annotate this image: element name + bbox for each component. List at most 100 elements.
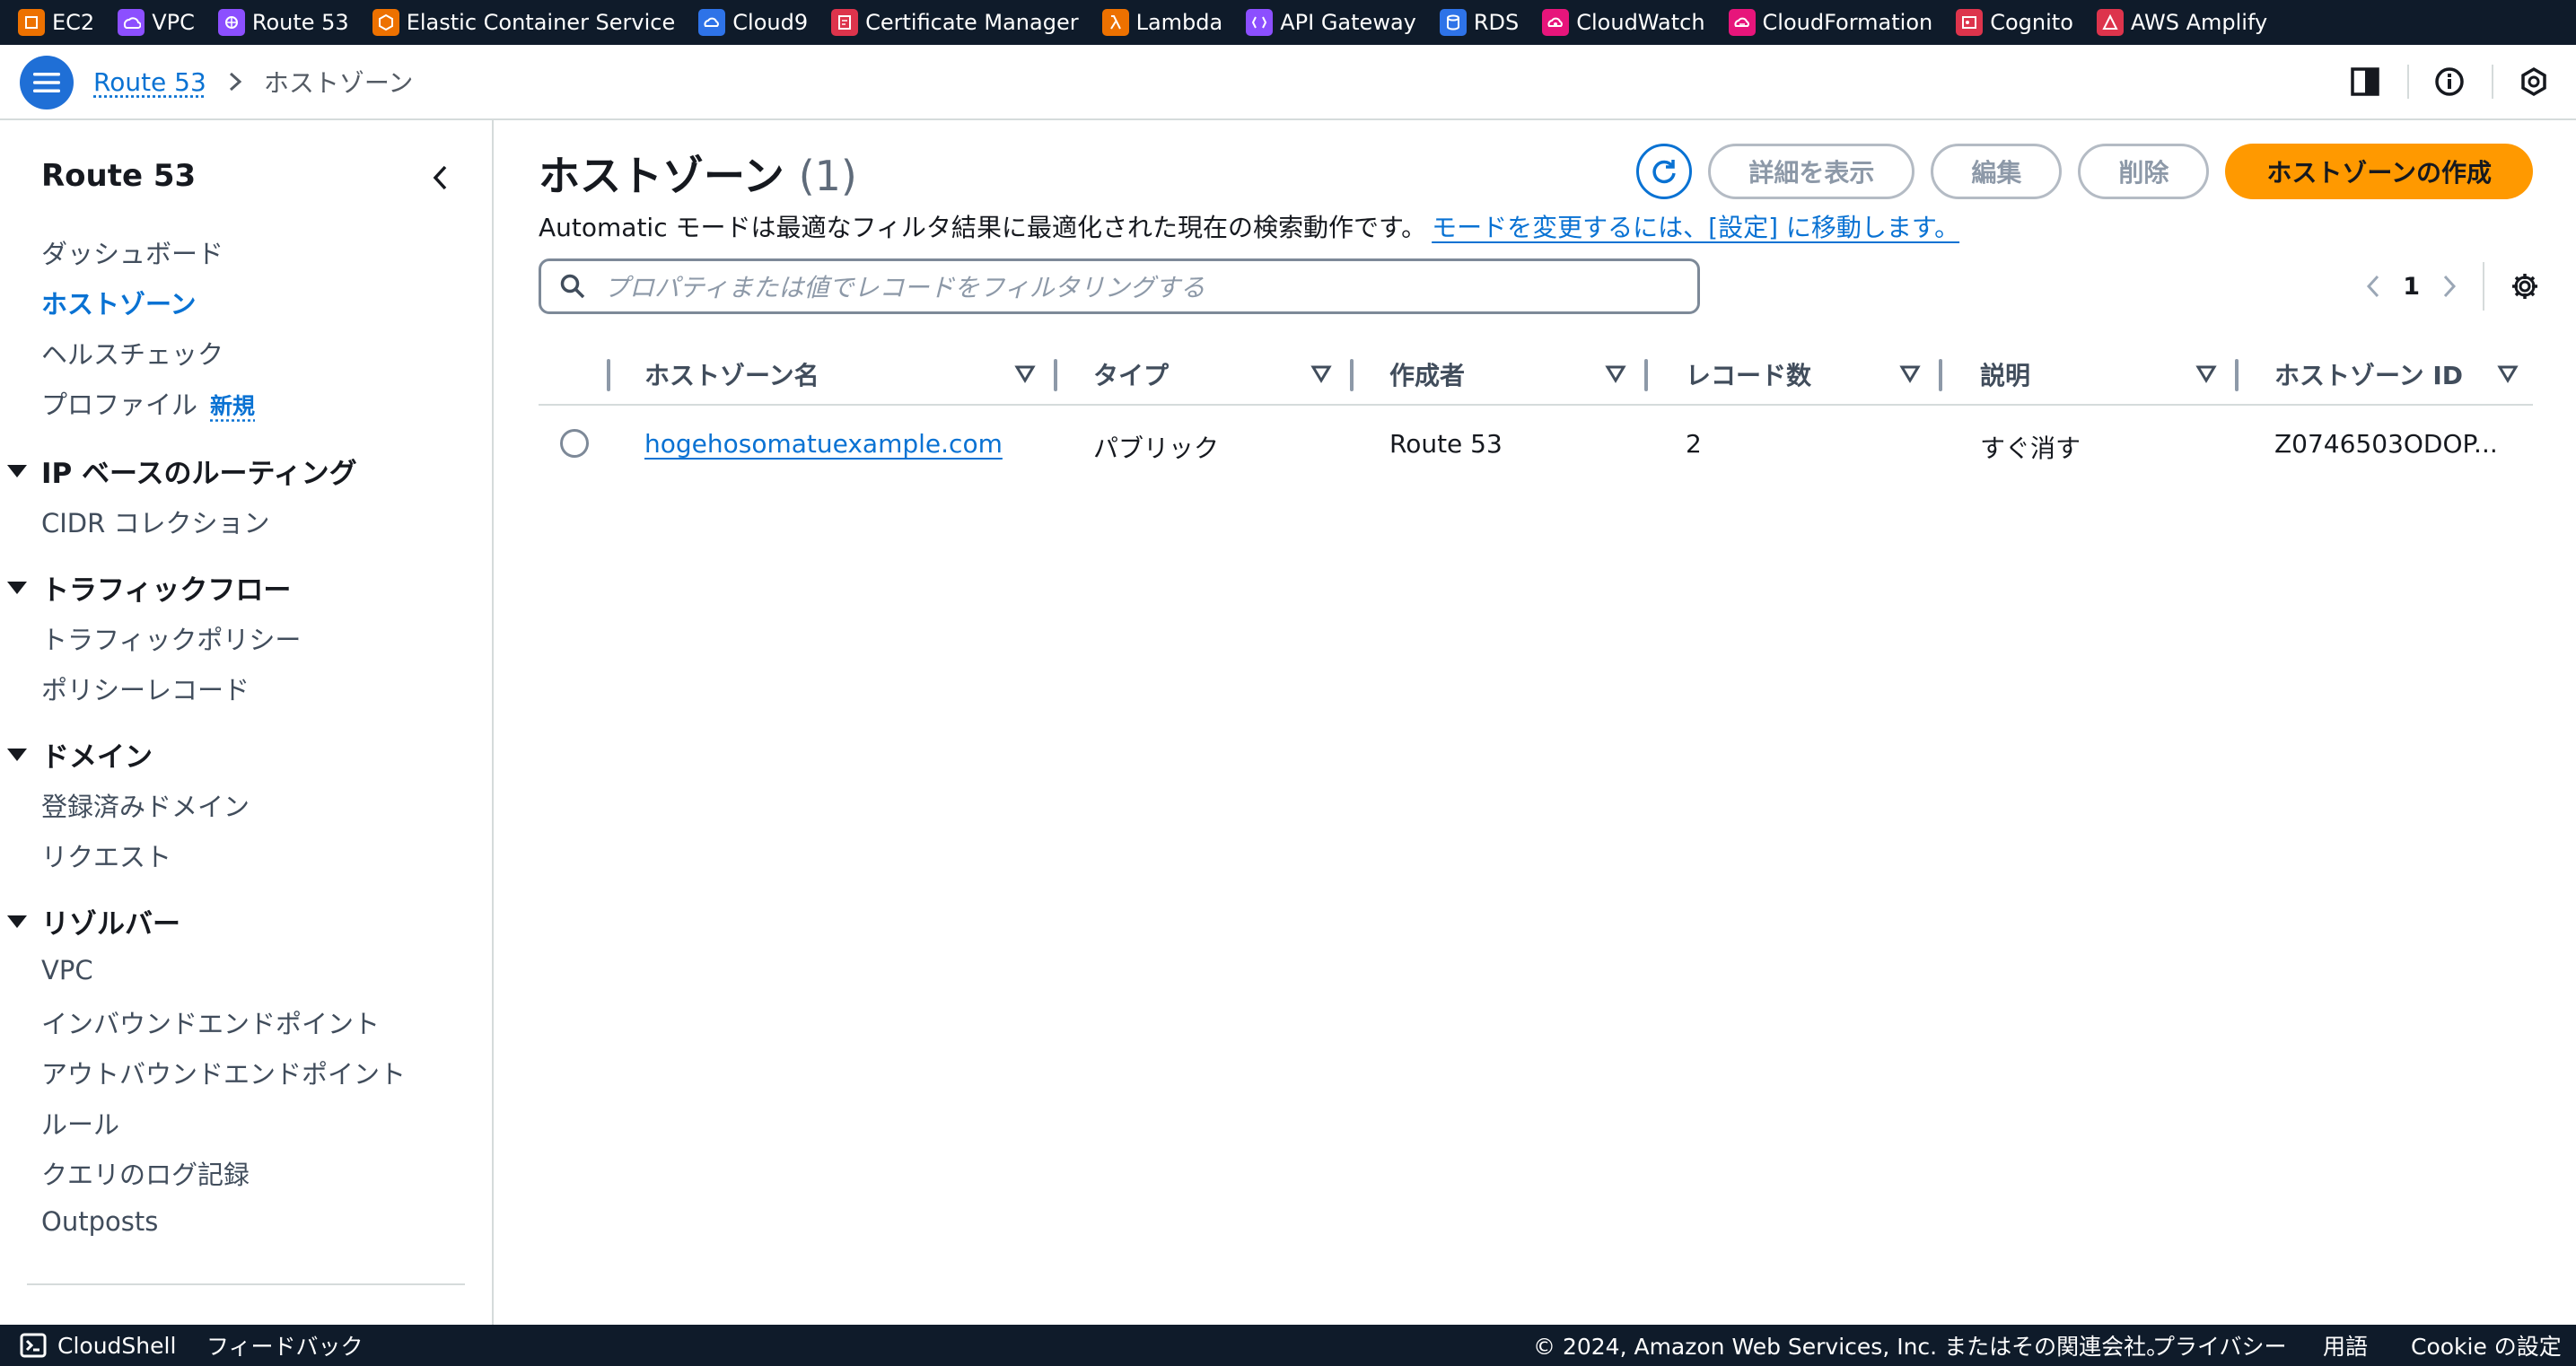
section-title: IP ベースのルーティング bbox=[41, 458, 357, 490]
sidebar-item-dashboard[interactable]: ダッシュボード bbox=[41, 233, 223, 271]
create-hosted-zone-button[interactable]: ホストゾーンの作成 bbox=[2225, 144, 2533, 199]
service-shortcut-ec2[interactable]: EC2 bbox=[18, 9, 94, 36]
table-row[interactable]: hogehosomatuexample.com パブリック Route 53 2… bbox=[539, 406, 2533, 479]
column-separator bbox=[607, 359, 610, 391]
sidebar-item-requests[interactable]: リクエスト bbox=[41, 836, 171, 874]
filter-search-input[interactable]: プロパティまたは値でレコードをフィルタリングする bbox=[539, 258, 1700, 314]
service-label: Lambda bbox=[1135, 10, 1223, 35]
column-header-type[interactable]: タイプ bbox=[1093, 346, 1169, 402]
service-label: AWS Amplify bbox=[2130, 10, 2268, 35]
sort-icon[interactable] bbox=[1605, 363, 1626, 384]
refresh-button[interactable] bbox=[1636, 144, 1693, 199]
support-button[interactable] bbox=[2492, 45, 2576, 118]
sort-icon[interactable] bbox=[2195, 363, 2217, 384]
sidebar-collapse-button[interactable] bbox=[422, 160, 458, 196]
sort-icon[interactable] bbox=[2497, 363, 2519, 384]
pager-divider bbox=[2483, 262, 2484, 311]
row-select-radio[interactable] bbox=[560, 429, 589, 458]
service-shortcut-cloudwatch[interactable]: CloudWatch bbox=[1542, 9, 1705, 36]
column-header-zone-name[interactable]: ホストゾーン名 bbox=[644, 346, 819, 402]
zone-count: (1) bbox=[798, 152, 857, 200]
cell-zone-id: Z0746503ODOP... bbox=[2274, 429, 2498, 459]
service-label: VPC bbox=[152, 10, 195, 35]
sidebar-item-query-logging[interactable]: クエリのログ記録 bbox=[41, 1154, 250, 1192]
sidebar-item-registered-domains[interactable]: 登録済みドメイン bbox=[41, 786, 250, 824]
service-label: Cloud9 bbox=[732, 10, 809, 35]
breadcrumb-route53-link[interactable]: Route 53 bbox=[93, 67, 206, 97]
sort-icon[interactable] bbox=[1899, 363, 1921, 384]
feedback-link[interactable]: フィードバック bbox=[206, 1325, 364, 1366]
service-shortcut-vpc[interactable]: VPC bbox=[118, 9, 195, 36]
service-shortcut-api-gateway[interactable]: API Gateway bbox=[1246, 9, 1416, 36]
cell-type: パブリック bbox=[1093, 433, 1220, 463]
section-domains[interactable]: ドメイン bbox=[7, 734, 153, 775]
service-label: CloudWatch bbox=[1576, 10, 1705, 35]
sidebar-item-outposts[interactable]: Outposts bbox=[41, 1206, 158, 1237]
column-header-zone-id[interactable]: ホストゾーン ID bbox=[2274, 346, 2463, 402]
privacy-link[interactable]: プライバシー bbox=[2152, 1325, 2287, 1366]
sort-icon[interactable] bbox=[1014, 363, 1036, 384]
change-mode-link[interactable]: モードを変更するには、[設定] に移動します。 bbox=[1432, 213, 1959, 242]
view-details-button[interactable]: 詳細を表示 bbox=[1708, 144, 1915, 199]
edit-button[interactable]: 編集 bbox=[1931, 144, 2063, 199]
cell-zone-name: hogehosomatuexample.com bbox=[644, 429, 1003, 459]
cloudshell-button[interactable]: CloudShell bbox=[20, 1325, 176, 1366]
acm-icon bbox=[831, 9, 859, 36]
service-shortcut-ecs[interactable]: Elastic Container Service bbox=[372, 9, 675, 36]
section-traffic-flow[interactable]: トラフィックフロー bbox=[7, 567, 291, 608]
service-shortcut-cloudformation[interactable]: CloudFormation bbox=[1728, 9, 1932, 36]
chevron-right-icon[interactable] bbox=[2441, 274, 2458, 299]
sidebar-item-rules[interactable]: ルール bbox=[41, 1104, 119, 1142]
sidebar-item-hosted-zones[interactable]: ホストゾーン bbox=[41, 284, 197, 321]
info-icon bbox=[2435, 67, 2464, 96]
terms-link[interactable]: 用語 bbox=[2323, 1325, 2368, 1366]
action-buttons: 詳細を表示 編集 削除 ホストゾーンの作成 bbox=[1636, 144, 2533, 199]
cookie-settings-link[interactable]: Cookie の設定 bbox=[2411, 1325, 2562, 1366]
vpc-icon bbox=[118, 9, 145, 36]
terminal-icon bbox=[20, 1333, 47, 1358]
column-header-record-count[interactable]: レコード数 bbox=[1686, 346, 1811, 402]
service-shortcut-cloud9[interactable]: Cloud9 bbox=[698, 9, 808, 36]
service-shortcut-route53[interactable]: Route 53 bbox=[217, 9, 349, 36]
chevron-right-icon bbox=[229, 72, 242, 92]
chevron-left-icon[interactable] bbox=[2365, 274, 2381, 299]
sort-icon[interactable] bbox=[1310, 363, 1332, 384]
service-shortcut-amplify[interactable]: AWS Amplify bbox=[2096, 9, 2268, 36]
sidebar-item-profiles[interactable]: プロファイル 新規 bbox=[41, 384, 255, 422]
service-shortcut-lambda[interactable]: Lambda bbox=[1101, 9, 1223, 36]
sidebar-item-cidr-collections[interactable]: CIDR コレクション bbox=[41, 503, 270, 540]
sidebar-item-resolver-vpc[interactable]: VPC bbox=[41, 955, 93, 985]
table-header: ホストゾーン名 タイプ 作成者 レコード数 説明 ホストゾーン ID bbox=[539, 346, 2533, 406]
sidebar-item-policy-records[interactable]: ポリシーレコード bbox=[41, 670, 250, 707]
amplify-icon bbox=[2096, 9, 2124, 36]
column-separator bbox=[1350, 359, 1354, 391]
sidebar-item-traffic-policies[interactable]: トラフィックポリシー bbox=[41, 619, 301, 657]
service-shortcut-rds[interactable]: RDS bbox=[1439, 9, 1519, 36]
page-title: ホストゾーン (1) bbox=[539, 144, 857, 203]
service-label: Cognito bbox=[1990, 10, 2073, 35]
delete-button[interactable]: 削除 bbox=[2078, 144, 2210, 199]
sidebar-item-outbound-endpoints[interactable]: アウトバウンドエンドポイント bbox=[41, 1054, 406, 1091]
split-panel-button[interactable] bbox=[2323, 45, 2407, 118]
section-ip-based-routing[interactable]: IP ベースのルーティング bbox=[7, 451, 357, 491]
main-content: ホストゾーン (1) Automatic モードは最適なフィルタ結果に最適化され… bbox=[495, 120, 2576, 1325]
section-resolver[interactable]: リゾルバー bbox=[7, 901, 180, 941]
column-header-description[interactable]: 説明 bbox=[1980, 346, 2030, 402]
gear-icon[interactable] bbox=[2510, 271, 2540, 302]
pagination: 1 bbox=[2365, 258, 2540, 314]
page-number[interactable]: 1 bbox=[2403, 273, 2420, 301]
menu-button[interactable] bbox=[20, 56, 74, 109]
service-label: EC2 bbox=[52, 10, 95, 35]
zone-name-link[interactable]: hogehosomatuexample.com bbox=[644, 429, 1003, 459]
service-shortcut-cognito[interactable]: Cognito bbox=[1956, 9, 2073, 36]
service-shortcut-certificate-manager[interactable]: Certificate Manager bbox=[831, 9, 1079, 36]
hamburger-icon bbox=[33, 73, 60, 92]
description-text: Automatic モードは最適なフィルタ結果に最適化された現在の検索動作です。 bbox=[539, 213, 1427, 242]
sidebar-title[interactable]: Route 53 bbox=[41, 158, 196, 194]
cloudwatch-icon bbox=[1542, 9, 1570, 36]
caret-down-icon bbox=[7, 915, 27, 928]
info-button[interactable] bbox=[2407, 45, 2492, 118]
sidebar-item-inbound-endpoints[interactable]: インバウンドエンドポイント bbox=[41, 1003, 380, 1041]
column-header-created-by[interactable]: 作成者 bbox=[1389, 346, 1465, 402]
sidebar-item-health-checks[interactable]: ヘルスチェック bbox=[41, 334, 223, 372]
